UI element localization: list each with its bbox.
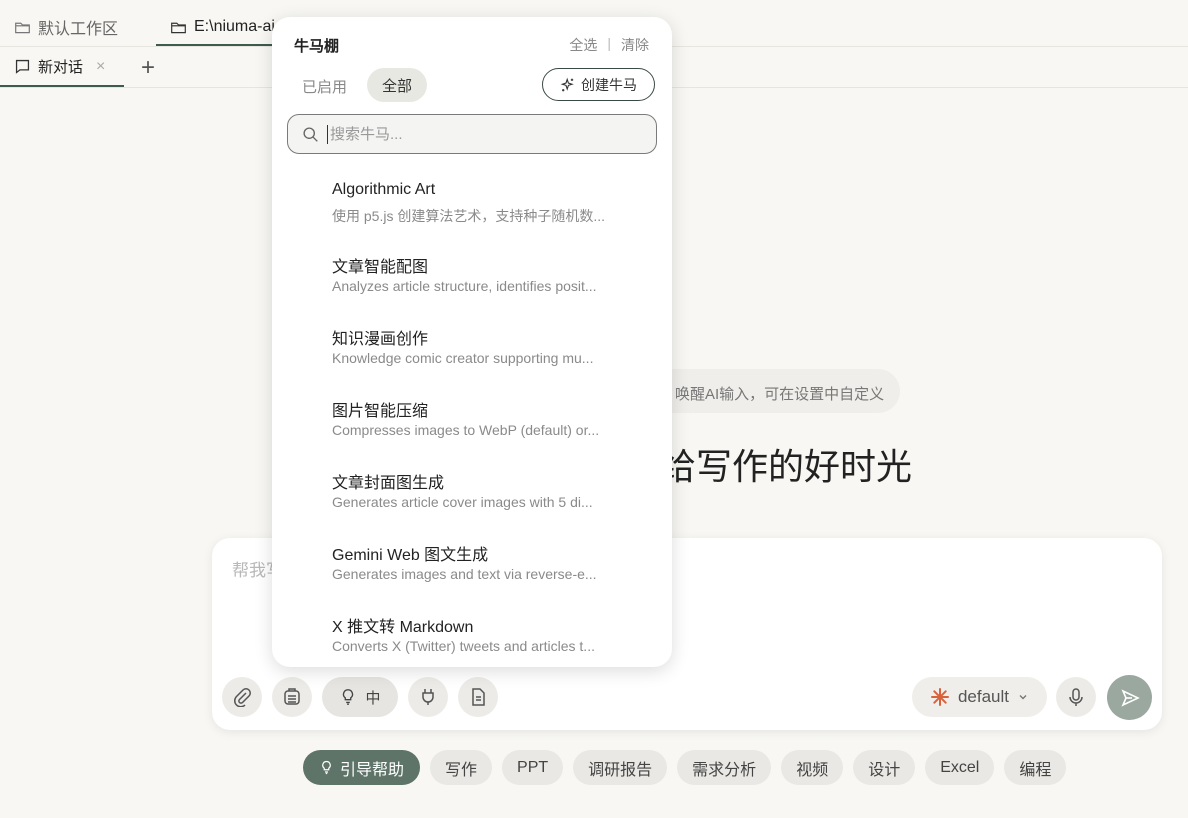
panel-title: 牛马棚 bbox=[294, 38, 340, 55]
skill-name: X 推文转 Markdown bbox=[332, 619, 474, 636]
conversation-tab[interactable]: 新对话 × bbox=[14, 56, 105, 77]
select-all-button[interactable]: 全选 bbox=[569, 35, 597, 55]
microphone-button[interactable] bbox=[1056, 677, 1096, 717]
skill-description: Analyzes article structure, identifies p… bbox=[332, 278, 597, 294]
panel-actions: 全选 | 清除 bbox=[569, 35, 649, 55]
skill-picker-panel: 牛马棚 全选 | 清除 已启用 全部 创建牛马 Algorithmic Art … bbox=[272, 17, 672, 667]
send-icon bbox=[1120, 688, 1140, 707]
chip-ppt[interactable]: PPT bbox=[502, 750, 564, 785]
lightbulb-icon bbox=[343, 689, 354, 705]
skill-name: 文章封面图生成 bbox=[332, 475, 445, 492]
skill-item[interactable]: 文章封面图生成 Generates article cover images w… bbox=[272, 465, 672, 537]
filter-enabled-tab[interactable]: 已启用 bbox=[302, 76, 347, 97]
chip-label: 引导帮助 bbox=[340, 761, 405, 779]
paperclip-icon bbox=[234, 688, 251, 707]
conversation-tab-label: 新对话 bbox=[38, 59, 84, 76]
skill-item[interactable]: X 推文转 Markdown Converts X (Twitter) twee… bbox=[272, 609, 672, 667]
skill-list: Algorithmic Art 使用 p5.js 创建算法艺术，支持种子随机数.… bbox=[272, 177, 672, 667]
skill-description: Generates images and text via reverse-e.… bbox=[332, 566, 597, 582]
skill-search-input[interactable] bbox=[327, 124, 632, 144]
chip-design[interactable]: 设计 bbox=[853, 750, 916, 785]
chevron-down-icon bbox=[1019, 695, 1027, 700]
skill-item[interactable]: Algorithmic Art 使用 p5.js 创建算法艺术，支持种子随机数.… bbox=[272, 177, 672, 249]
asterisk-icon bbox=[930, 688, 949, 706]
skill-description: Knowledge comic creator supporting mu... bbox=[332, 350, 594, 366]
skill-name: 图片智能压缩 bbox=[332, 403, 429, 420]
attach-button[interactable] bbox=[222, 677, 262, 717]
suggestion-chips: 引导帮助 写作 PPT 调研报告 需求分析 视频 设计 Excel 编程 bbox=[303, 750, 1067, 785]
lightbulb-icon bbox=[322, 760, 331, 775]
skill-description: Generates article cover images with 5 di… bbox=[332, 494, 593, 510]
folder-icon bbox=[171, 22, 186, 33]
skill-item[interactable]: Gemini Web 图文生成 Generates images and tex… bbox=[272, 537, 672, 609]
chip-excel[interactable]: Excel bbox=[925, 750, 995, 785]
search-icon bbox=[303, 126, 318, 142]
chip-writing[interactable]: 写作 bbox=[430, 750, 493, 785]
plugin-button[interactable] bbox=[408, 677, 448, 717]
model-label: default bbox=[957, 687, 1010, 706]
filter-all-tab[interactable]: 全部 bbox=[367, 68, 427, 102]
workspace-tab-default[interactable]: 默认工作区 bbox=[14, 14, 118, 40]
skill-description: Compresses images to WebP (default) or..… bbox=[332, 422, 600, 438]
skill-name: 文章智能配图 bbox=[332, 259, 429, 276]
hero-title: 给写作的好时光 bbox=[660, 446, 913, 487]
separator: | bbox=[607, 35, 611, 51]
add-conversation-button[interactable]: + bbox=[141, 54, 155, 82]
document-button[interactable] bbox=[458, 677, 498, 717]
send-button[interactable] bbox=[1107, 675, 1152, 720]
skill-search-box[interactable] bbox=[287, 114, 657, 154]
chip-coding[interactable]: 编程 bbox=[1004, 750, 1067, 785]
skill-description: Converts X (Twitter) tweets and articles… bbox=[332, 638, 595, 654]
think-level-label: 中 bbox=[365, 689, 381, 707]
folder-icon bbox=[15, 22, 30, 33]
think-level-button[interactable]: 中 bbox=[322, 677, 398, 717]
close-icon[interactable]: × bbox=[96, 58, 105, 76]
workspace-tab-label: E:\niuma-ai bbox=[194, 18, 275, 35]
chip-research[interactable]: 调研报告 bbox=[573, 750, 668, 785]
chat-icon bbox=[15, 59, 30, 74]
library-icon bbox=[284, 688, 300, 705]
active-conversation-indicator bbox=[0, 85, 124, 87]
sparkle-icon bbox=[560, 77, 574, 91]
skill-item[interactable]: 知识漫画创作 Knowledge comic creator supportin… bbox=[272, 321, 672, 393]
document-icon bbox=[472, 688, 485, 706]
chip-video[interactable]: 视频 bbox=[781, 750, 844, 785]
skill-description: 使用 p5.js 创建算法艺术，支持种子随机数... bbox=[332, 208, 606, 224]
model-select[interactable]: default bbox=[912, 677, 1047, 717]
create-skill-label: 创建牛马 bbox=[581, 76, 637, 93]
workspace-tab-label: 默认工作区 bbox=[38, 21, 119, 38]
skill-name: Gemini Web 图文生成 bbox=[332, 547, 489, 564]
plug-icon bbox=[422, 689, 434, 705]
skill-item[interactable]: 文章智能配图 Analyzes article structure, ident… bbox=[272, 249, 672, 321]
hint-text: 唤醒AI输入，可在设置中自定义 bbox=[675, 386, 885, 403]
chip-requirements[interactable]: 需求分析 bbox=[677, 750, 772, 785]
skill-item[interactable]: 图片智能压缩 Compresses images to WebP (defaul… bbox=[272, 393, 672, 465]
skill-name: 知识漫画创作 bbox=[332, 331, 429, 348]
microphone-icon bbox=[1069, 688, 1083, 706]
clear-button[interactable]: 清除 bbox=[621, 35, 649, 55]
workspace-tab-project[interactable]: E:\niuma-ai bbox=[170, 14, 275, 40]
library-button[interactable] bbox=[272, 677, 312, 717]
chip-guide[interactable]: 引导帮助 bbox=[303, 750, 421, 785]
create-skill-button[interactable]: 创建牛马 bbox=[542, 68, 655, 101]
skill-name: Algorithmic Art bbox=[332, 181, 436, 198]
